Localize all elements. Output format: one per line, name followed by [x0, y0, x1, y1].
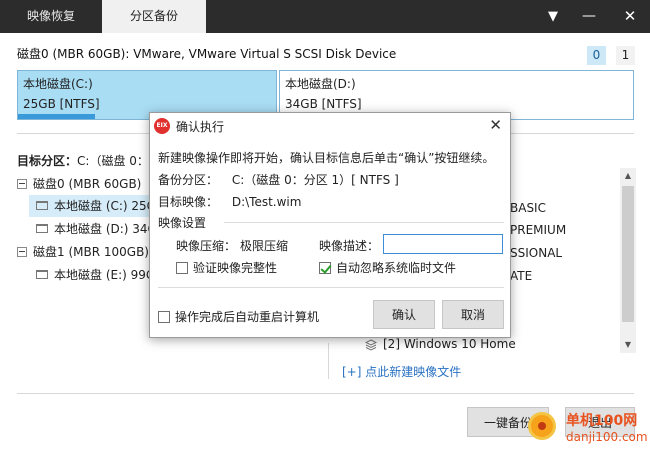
tree-disk-0[interactable]: 磁盘0 (MBR 60GB): [17, 173, 152, 195]
target-image-value: D:\Test.wim: [231, 195, 302, 209]
divider: [328, 343, 329, 379]
tree-partition-d[interactable]: 本地磁盘 (D:) 34G: [29, 218, 157, 240]
watermark-cn: 单机100网: [566, 413, 638, 429]
description-label: 映像描述：: [319, 239, 380, 253]
top-bar: 映像恢复 分区备份 ▼ — ✕: [0, 0, 650, 33]
dialog-close-icon[interactable]: ✕: [489, 116, 502, 134]
partition-name: 本地磁盘(C:): [23, 77, 93, 91]
disk-selector-0[interactable]: 0: [587, 46, 606, 65]
target-label-value: C:（磁盘 0：: [77, 154, 149, 168]
image-entry-label: [2] Windows 10 Home: [383, 337, 516, 351]
divider: [17, 393, 634, 394]
watermark-logo: 单机100网 danji100.com: [518, 410, 648, 448]
watermark-en: danji100.com: [566, 430, 648, 444]
checkbox-icon[interactable]: [158, 310, 170, 323]
partition-size: 34GB [NTFS]: [285, 97, 362, 111]
edition-item[interactable]: SSIONAL: [510, 246, 562, 260]
image-description-input[interactable]: [383, 234, 503, 254]
scroll-down-icon[interactable]: ▼: [620, 337, 636, 353]
disk-selector-1[interactable]: 1: [616, 46, 635, 65]
verify-image-checkbox[interactable]: 验证映像完整性: [176, 259, 277, 276]
ignore-temp-files-checkbox[interactable]: 自动忽略系统临时文件: [319, 259, 456, 276]
layers-icon: [365, 338, 377, 351]
tree-label: 本地磁盘 (D:) 34G: [54, 222, 157, 236]
image-settings-heading: 映像设置: [158, 216, 207, 230]
compression-value[interactable]: 极限压缩: [240, 239, 288, 253]
cancel-button[interactable]: 取消: [442, 300, 504, 329]
collapse-icon[interactable]: [17, 178, 27, 189]
dialog-title-bar: EIX 确认执行 ✕: [150, 113, 510, 139]
auto-restart-checkbox[interactable]: 操作完成后自动重启计算机: [158, 308, 319, 325]
tree-partition-e[interactable]: 本地磁盘 (E:) 99G: [29, 264, 156, 286]
checkbox-icon[interactable]: [176, 261, 188, 274]
partition-usage-bar: [18, 114, 96, 119]
menu-dropdown-icon[interactable]: ▼: [535, 0, 571, 33]
edition-item[interactable]: PREMIUM: [510, 223, 566, 237]
folder-icon: [36, 201, 48, 210]
new-image-file-link[interactable]: [+] 点此新建映像文件: [342, 363, 461, 380]
verify-label: 验证映像完整性: [193, 261, 278, 275]
tab-image-recover[interactable]: 映像恢复: [0, 0, 102, 33]
backup-partition-value: C:（磁盘 0：分区 1）[ NTFS ]: [231, 173, 399, 187]
collapse-icon[interactable]: [17, 246, 27, 257]
tree-label: 本地磁盘 (C:) 25G: [54, 199, 156, 213]
tree-label: 本地磁盘 (E:) 99G: [54, 268, 156, 282]
compression-row: 映像压缩： 极限压缩: [176, 237, 288, 254]
disk-title: 磁盘0 (MBR 60GB): VMware, VMware Virtual S…: [17, 47, 397, 61]
tree-disk-1[interactable]: 磁盘1 (MBR 100GB): [17, 241, 152, 263]
edition-item[interactable]: BASIC: [510, 201, 546, 215]
divider: [158, 287, 504, 288]
tree-label: 磁盘1 (MBR 100GB): [33, 245, 149, 259]
tab-partition-backup[interactable]: 分区备份: [102, 0, 206, 33]
confirm-dialog: EIX 确认执行 ✕ 新建映像操作即将开始，确认目标信息后单击“确认”按钮继续。…: [149, 112, 511, 338]
scrollbar-thumb[interactable]: [622, 186, 634, 322]
scroll-up-icon[interactable]: ▲: [620, 168, 636, 184]
compression-label: 映像压缩：: [176, 239, 237, 253]
backup-partition-row: 备份分区： C:（磁盘 0：分区 1）[ NTFS ]: [158, 171, 399, 188]
target-image-row: 目标映像： D:\Test.wim: [158, 193, 301, 210]
confirm-button[interactable]: 确认: [373, 300, 435, 329]
tree-label: 磁盘0 (MBR 60GB): [33, 177, 142, 191]
dialog-title: 确认执行: [176, 120, 225, 134]
target-partition-label: 目标分区：C:（磁盘 0：: [17, 152, 149, 169]
ignore-temp-label: 自动忽略系统临时文件: [336, 261, 457, 275]
edition-item[interactable]: ATE: [510, 269, 532, 283]
target-image-label: 目标映像：: [158, 195, 219, 209]
partition-size: 25GB [NTFS]: [23, 97, 100, 111]
backup-partition-label: 备份分区：: [158, 173, 219, 187]
watermark-icon: [528, 412, 556, 440]
target-label-text: 目标分区：: [17, 154, 78, 168]
dialog-message: 新建映像操作即将开始，确认目标信息后单击“确认”按钮继续。: [158, 151, 495, 165]
close-window-icon[interactable]: ✕: [612, 0, 648, 33]
folder-icon: [36, 224, 48, 233]
tree-partition-c[interactable]: 本地磁盘 (C:) 25G: [29, 195, 156, 217]
minimize-icon[interactable]: —: [571, 0, 607, 33]
checkbox-checked-icon[interactable]: [319, 261, 331, 274]
divider: [224, 222, 504, 223]
app-logo-icon: EIX: [154, 118, 170, 134]
partition-name: 本地磁盘(D:): [285, 77, 356, 91]
image-entry[interactable]: [2] Windows 10 Home: [365, 337, 516, 351]
folder-icon: [36, 270, 48, 279]
auto-restart-label: 操作完成后自动重启计算机: [175, 310, 320, 324]
